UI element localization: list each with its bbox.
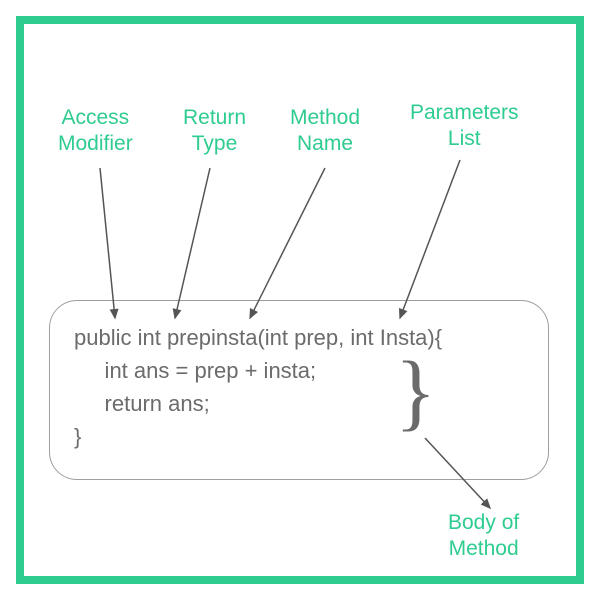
label-method-name: Method Name [290,105,360,158]
label-parameters-list: Parameters List [410,100,519,153]
code-line-1: public int prepinsta(int prep, int Insta… [74,321,524,354]
label-return-type: Return Type [183,105,246,158]
code-line-4: } [74,420,524,453]
code-line-2: int ans = prep + insta; [74,354,524,387]
code-line-3: return ans; [74,387,524,420]
label-access-modifier: Access Modifier [58,105,133,158]
label-body-of-method: Body of Method [448,510,519,563]
brace-icon: } [395,348,436,434]
code-box: public int prepinsta(int prep, int Insta… [49,300,549,480]
